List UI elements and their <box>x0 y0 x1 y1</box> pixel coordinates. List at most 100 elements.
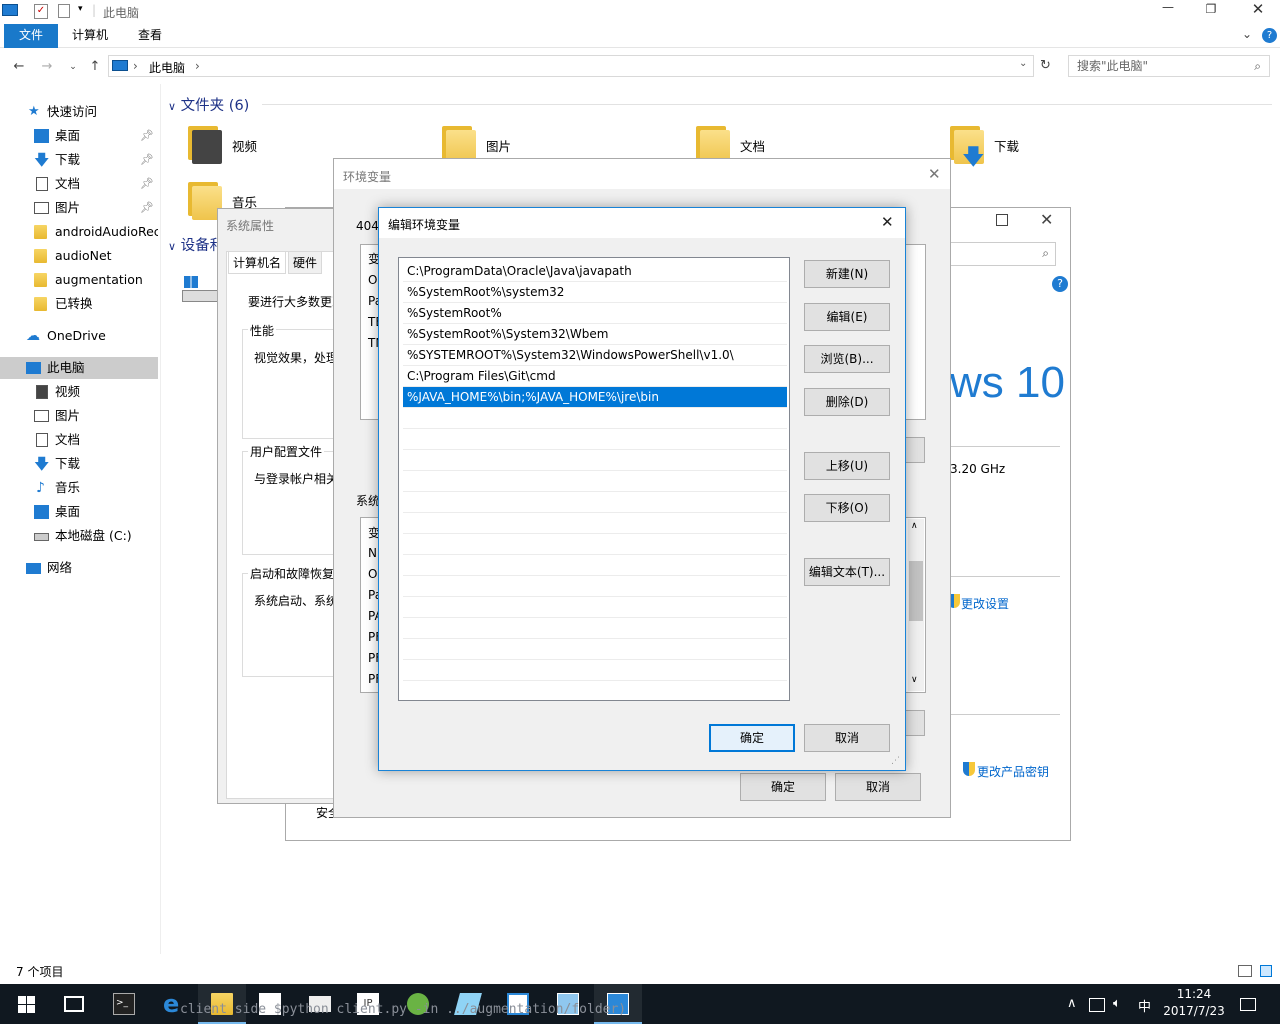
start-button[interactable] <box>2 984 50 1024</box>
clock[interactable]: 11:24 2017/7/23 <box>1156 986 1232 1020</box>
address-dropdown-icon[interactable]: ⌄ <box>1019 58 1027 69</box>
forward-arrow-icon[interactable]: → <box>38 58 56 76</box>
empty-row[interactable] <box>403 660 787 681</box>
task-view-button[interactable] <box>50 984 98 1024</box>
change-product-key-link[interactable]: 更改产品密钥 <box>977 763 1049 780</box>
move-down-button[interactable]: 下移(O) <box>804 494 890 522</box>
cancel-button[interactable]: 取消 <box>835 773 921 801</box>
nav-item-local-disk[interactable]: 本地磁盘 (C:) <box>0 525 158 547</box>
empty-row[interactable] <box>403 492 787 513</box>
path-entry[interactable]: C:\Program Files\Git\cmd <box>403 366 787 387</box>
tab-hardware[interactable]: 硬件 <box>288 251 323 274</box>
nav-item-folder[interactable]: 已转换 <box>0 293 158 315</box>
pin-icon[interactable]: 📌︎ <box>140 125 154 147</box>
close-button[interactable]: ✕ <box>1040 210 1053 229</box>
minimize-button[interactable]: — <box>1158 0 1178 14</box>
path-entry[interactable]: %SystemRoot% <box>403 303 787 324</box>
breadcrumb[interactable]: 此电脑 <box>149 59 185 76</box>
nav-item-folder[interactable]: audioNet <box>0 245 158 267</box>
folder-label[interactable]: 视频 <box>232 136 257 155</box>
back-arrow-icon[interactable]: ← <box>10 58 28 76</box>
nav-this-pc[interactable]: 此电脑 <box>0 357 158 379</box>
network-status-icon[interactable] <box>1089 998 1105 1012</box>
new-button[interactable]: 新建(N) <box>804 260 890 288</box>
qat-dropdown-icon[interactable]: ▾ <box>78 4 83 14</box>
nav-item-pictures[interactable]: 图片 📌︎ <box>0 197 158 219</box>
cancel-button[interactable]: 取消 <box>804 724 890 752</box>
path-entry[interactable]: %SYSTEMROOT%\System32\WindowsPowerShell\… <box>403 345 787 366</box>
edit-text-button[interactable]: 编辑文本(T)... <box>804 558 890 586</box>
ribbon-expand-icon[interactable]: ⌄ <box>1242 27 1252 41</box>
help-icon[interactable]: ? <box>1262 28 1277 43</box>
scroll-up-icon[interactable]: ∧ <box>911 521 918 531</box>
address-box[interactable]: › 此电脑 › ⌄ <box>108 55 1034 77</box>
ok-button[interactable]: 确定 <box>709 724 795 752</box>
recent-dropdown-icon[interactable]: ⌄ <box>64 58 82 76</box>
details-view-icon[interactable] <box>1238 965 1252 977</box>
nav-quick-access[interactable]: ★ 快速访问 <box>0 101 158 123</box>
pin-icon[interactable]: 📌︎ <box>140 173 154 195</box>
nav-onedrive[interactable]: ☁ OneDrive <box>0 325 158 347</box>
folders-section-header[interactable]: ∨ 文件夹 (6) <box>168 94 249 115</box>
scroll-down-icon[interactable]: ∨ <box>911 675 918 685</box>
nav-item-desktop[interactable]: 桌面 <box>0 501 158 523</box>
nav-network[interactable]: 网络 <box>0 557 158 579</box>
devices-section-header[interactable]: ∨ 设备和 <box>168 234 224 255</box>
path-entry[interactable]: C:\ProgramData\Oracle\Java\javapath <box>403 261 787 282</box>
path-entry[interactable]: %SystemRoot%\system32 <box>403 282 787 303</box>
maximize-button[interactable] <box>996 214 1008 226</box>
help-icon[interactable]: ? <box>1052 276 1068 292</box>
path-list[interactable]: C:\ProgramData\Oracle\Java\javapath %Syst… <box>398 257 790 701</box>
nav-item-desktop[interactable]: 桌面 📌︎ <box>0 125 158 147</box>
tab-computer[interactable]: 计算机 <box>58 24 122 48</box>
ok-button[interactable]: 确定 <box>740 773 826 801</box>
videos-folder-icon[interactable] <box>186 124 222 164</box>
nav-item-folder[interactable]: augmentation <box>0 269 158 291</box>
empty-row[interactable] <box>403 639 787 660</box>
user-delete-button[interactable] <box>905 437 925 463</box>
nav-item-videos[interactable]: 视频 <box>0 381 158 403</box>
folder-label[interactable]: 文档 <box>740 136 765 155</box>
system-vars-scrollbar[interactable]: ∧ ∨ <box>908 519 924 691</box>
nav-item-documents[interactable]: 文档 📌︎ <box>0 173 158 195</box>
empty-row[interactable] <box>403 534 787 555</box>
search-input[interactable]: ⌕ <box>950 242 1056 266</box>
tray-overflow-icon[interactable]: ∧ <box>1067 996 1077 1011</box>
refresh-icon[interactable]: ↻ <box>1040 58 1051 73</box>
pin-icon[interactable]: 📌︎ <box>140 149 154 171</box>
new-folder-icon[interactable] <box>58 4 70 18</box>
nav-item-music[interactable]: ♪ 音乐 <box>0 477 158 499</box>
scroll-thumb[interactable] <box>909 561 923 621</box>
tab-view[interactable]: 查看 <box>124 24 176 48</box>
close-button[interactable]: ✕ <box>881 213 894 231</box>
folder-label[interactable]: 图片 <box>486 136 511 155</box>
up-arrow-icon[interactable]: ↑ <box>86 58 104 76</box>
notifications-icon[interactable] <box>1240 998 1256 1011</box>
empty-row[interactable] <box>403 576 787 597</box>
drive-icon[interactable] <box>182 276 220 304</box>
ime-indicator[interactable]: 中 <box>1138 996 1151 1015</box>
search-input[interactable]: 搜索"此电脑" ⌕ <box>1068 55 1270 77</box>
tab-file[interactable]: 文件 <box>4 24 58 48</box>
empty-row[interactable] <box>403 408 787 429</box>
empty-row[interactable] <box>403 513 787 534</box>
resize-grip-icon[interactable]: ⋰ <box>891 756 900 766</box>
nav-item-pictures[interactable]: 图片 <box>0 405 158 427</box>
empty-row[interactable] <box>403 618 787 639</box>
nav-item-folder[interactable]: androidAudioRec <box>0 221 158 243</box>
empty-row[interactable] <box>403 450 787 471</box>
delete-button[interactable]: 删除(D) <box>804 388 890 416</box>
browse-button[interactable]: 浏览(B)... <box>804 345 890 373</box>
close-button[interactable]: ✕ <box>1248 0 1268 18</box>
path-entry[interactable]: %JAVA_HOME%\bin;%JAVA_HOME%\jre\bin <box>403 387 787 408</box>
nav-item-downloads[interactable]: 🡇 下载 📌︎ <box>0 149 158 171</box>
search-icon[interactable]: ⌕ <box>1254 56 1261 76</box>
empty-row[interactable] <box>403 471 787 492</box>
empty-row[interactable] <box>403 429 787 450</box>
close-button[interactable]: ✕ <box>928 165 941 183</box>
empty-row[interactable] <box>403 597 787 618</box>
move-up-button[interactable]: 上移(U) <box>804 452 890 480</box>
system-delete-button[interactable] <box>905 710 925 736</box>
taskbar-cmd[interactable]: >_ <box>100 984 148 1024</box>
folder-label[interactable]: 下载 <box>994 136 1019 155</box>
